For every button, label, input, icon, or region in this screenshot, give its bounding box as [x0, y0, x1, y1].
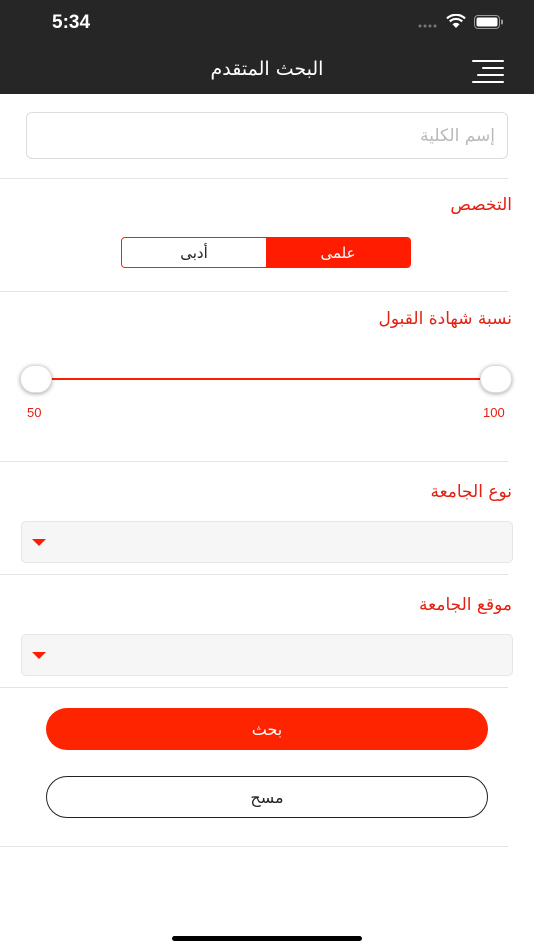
clear-button[interactable]: مسح	[46, 776, 488, 818]
status-bar: 5:34	[0, 0, 534, 48]
navigation-bar: البحث المتقدم	[0, 48, 534, 94]
status-icons	[418, 13, 504, 33]
divider	[0, 178, 508, 179]
wifi-icon	[446, 13, 466, 33]
university-type-label: نوع الجامعة	[430, 482, 512, 502]
divider	[0, 846, 508, 847]
college-name-input[interactable]	[26, 112, 508, 159]
university-location-label: موقع الجامعة	[419, 595, 512, 615]
specialization-segmented-control: أدبى علمى	[121, 237, 411, 268]
search-button[interactable]: بحث	[46, 708, 488, 750]
hamburger-menu-icon[interactable]	[472, 59, 504, 83]
caret-down-icon	[32, 652, 46, 659]
range-slider-track[interactable]	[36, 378, 496, 380]
range-max-value: 100	[483, 405, 505, 420]
page-title: البحث المتقدم	[210, 58, 324, 80]
divider	[0, 574, 508, 575]
divider	[0, 687, 508, 688]
range-slider-min-thumb[interactable]	[20, 365, 52, 393]
caret-down-icon	[32, 539, 46, 546]
range-min-value: 50	[27, 405, 42, 420]
university-location-dropdown[interactable]	[21, 634, 513, 676]
specialization-label: التخصص	[450, 195, 512, 215]
segment-literary[interactable]: أدبى	[122, 238, 266, 267]
acceptance-rate-label: نسبة شهادة القبول	[378, 309, 512, 329]
range-slider-max-thumb[interactable]	[480, 365, 512, 393]
status-time: 5:34	[52, 12, 91, 33]
dots-icon	[418, 14, 438, 33]
divider	[0, 291, 508, 292]
divider	[0, 461, 508, 462]
battery-icon	[474, 14, 504, 33]
home-indicator[interactable]	[172, 936, 362, 941]
segment-scientific[interactable]: علمى	[266, 238, 410, 267]
university-type-dropdown[interactable]	[21, 521, 513, 563]
